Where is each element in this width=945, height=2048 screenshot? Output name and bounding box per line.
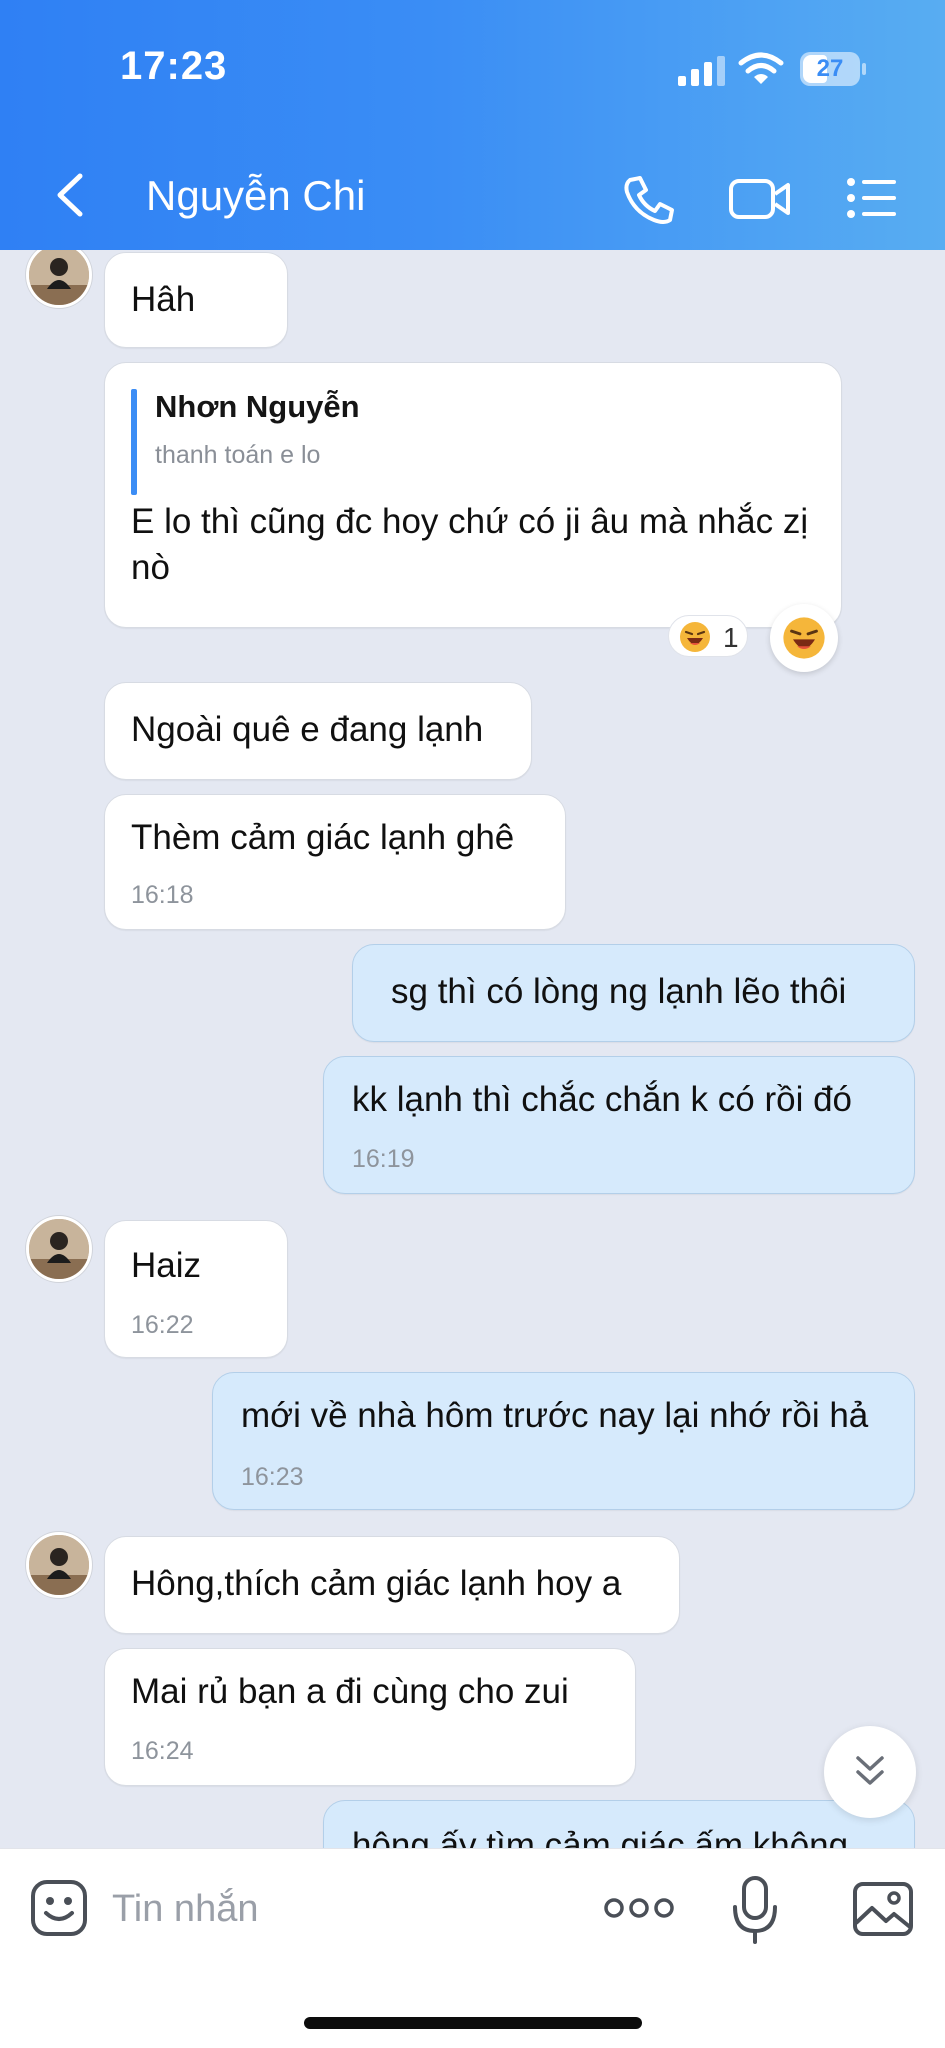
message-bubble-incoming[interactable]: Haiz 16:22 xyxy=(104,1220,288,1358)
reply-accent-bar xyxy=(131,389,137,495)
message-text: E lo thì cũng đc hoy chứ có ji âu mà nhắ… xyxy=(131,502,809,587)
message-text: mới về nhà hôm trước nay lại nhớ rồi hả xyxy=(241,1396,869,1435)
back-arrow-icon[interactable] xyxy=(50,170,90,220)
status-time: 17:23 xyxy=(120,44,228,88)
reply-quote-text: thanh toán e lo xyxy=(155,441,321,469)
battery-icon: 27 xyxy=(800,52,866,86)
message-bubble-outgoing[interactable]: hông ấy tìm cảm giác ấm không xyxy=(323,1800,915,1850)
message-composer xyxy=(0,1848,945,2048)
phone-icon[interactable] xyxy=(620,174,676,224)
message-list[interactable]: Hâh Nhơn Nguyễn thanh toán e lo E lo thì… xyxy=(0,250,945,1850)
image-gallery-icon[interactable] xyxy=(852,1881,914,1937)
message-text: sg thì có lòng ng lạnh lẽo thôi xyxy=(391,972,847,1011)
signal-icon xyxy=(678,56,725,86)
message-time: 16:24 xyxy=(131,1737,194,1765)
add-reaction-button[interactable] xyxy=(770,604,838,672)
message-bubble-reply[interactable]: Nhơn Nguyễn thanh toán e lo E lo thì cũn… xyxy=(104,362,842,628)
message-text: Ngoài quê e đang lạnh xyxy=(131,710,484,749)
message-bubble-outgoing[interactable]: sg thì có lòng ng lạnh lẽo thôi xyxy=(352,944,915,1042)
chat-header: 17:23 27 Nguyễn Chi xyxy=(0,0,945,250)
laughing-face-icon xyxy=(783,617,825,659)
reply-author: Nhơn Nguyễn xyxy=(155,389,360,424)
message-bubble-incoming[interactable]: Thèm cảm giác lạnh ghê 16:18 xyxy=(104,794,566,930)
video-call-icon[interactable] xyxy=(728,174,792,224)
message-text: Mai rủ bạn a đi cùng cho zui xyxy=(131,1672,569,1711)
message-bubble-incoming[interactable]: Hông,thích cảm giác lạnh hoy a xyxy=(104,1536,680,1634)
reaction-summary[interactable]: 1 xyxy=(668,615,748,657)
avatar[interactable] xyxy=(26,1216,92,1282)
chat-title[interactable]: Nguyễn Chi xyxy=(146,172,365,220)
home-indicator xyxy=(304,2017,642,2029)
message-bubble-incoming[interactable]: Hâh xyxy=(104,252,288,348)
message-text: Hâh xyxy=(131,280,196,319)
message-time: 16:23 xyxy=(241,1463,304,1491)
scroll-to-bottom-button[interactable] xyxy=(824,1726,916,1818)
message-text: hông ấy tìm cảm giác ấm không xyxy=(352,1826,849,1850)
wifi-icon xyxy=(738,52,784,84)
message-time: 16:19 xyxy=(352,1145,415,1173)
reaction-count: 1 xyxy=(723,622,739,653)
message-bubble-incoming[interactable]: Mai rủ bạn a đi cùng cho zui 16:24 xyxy=(104,1648,636,1786)
message-text: Thèm cảm giác lạnh ghê xyxy=(131,818,515,857)
double-chevron-down-icon xyxy=(856,1756,884,1785)
message-text: Hông,thích cảm giác lạnh hoy a xyxy=(131,1564,622,1603)
battery-level: 27 xyxy=(816,55,844,82)
avatar-photo xyxy=(29,1219,89,1279)
avatar[interactable] xyxy=(26,250,92,308)
message-input[interactable] xyxy=(112,1877,562,1941)
message-text: Haiz xyxy=(131,1246,202,1285)
message-time: 16:18 xyxy=(131,881,194,909)
more-options-icon[interactable] xyxy=(604,1895,674,1921)
microphone-icon[interactable] xyxy=(730,1875,780,1945)
message-bubble-outgoing[interactable]: kk lạnh thì chắc chắn k có rồi đó 16:19 xyxy=(323,1056,915,1194)
message-text: kk lạnh thì chắc chắn k có rồi đó xyxy=(352,1080,852,1119)
laughing-face-icon xyxy=(680,622,710,652)
avatar-photo xyxy=(29,250,89,305)
avatar-photo xyxy=(29,1535,89,1595)
menu-list-icon[interactable] xyxy=(846,176,898,220)
message-bubble-outgoing[interactable]: mới về nhà hôm trước nay lại nhớ rồi hả … xyxy=(212,1372,915,1510)
avatar[interactable] xyxy=(26,1532,92,1598)
message-bubble-incoming[interactable]: Ngoài quê e đang lạnh xyxy=(104,682,532,780)
emoji-sticker-icon[interactable] xyxy=(30,1879,88,1937)
message-time: 16:22 xyxy=(131,1311,194,1339)
